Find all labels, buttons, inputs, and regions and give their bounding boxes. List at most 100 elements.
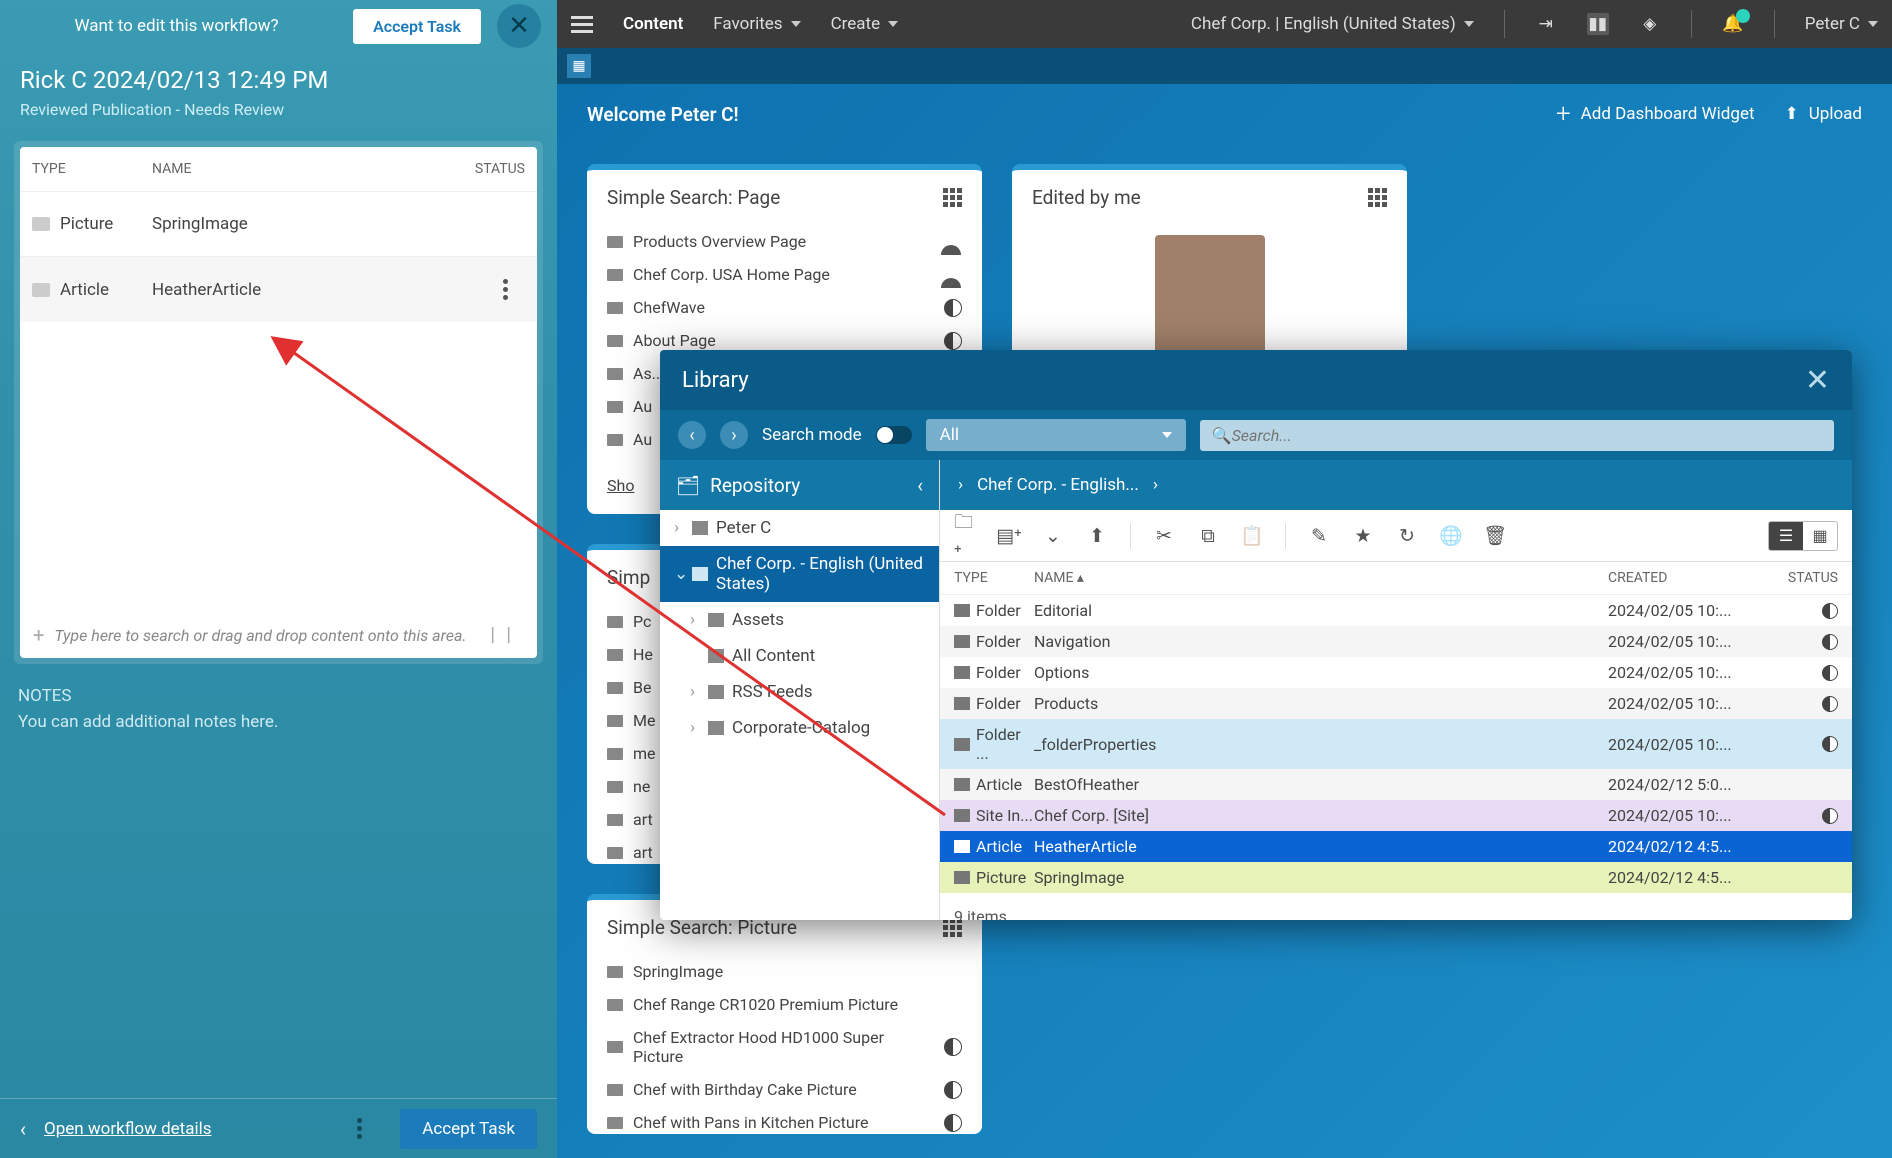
hamburger-menu-button[interactable] bbox=[571, 16, 593, 33]
close-library-button[interactable]: ✕ bbox=[1805, 363, 1830, 398]
workflow-row[interactable]: Article HeatherArticle bbox=[20, 256, 537, 322]
close-workflow-button[interactable]: ✕ bbox=[497, 4, 541, 48]
type-icon bbox=[954, 840, 970, 853]
col-name: NAME bbox=[152, 161, 425, 177]
grid-view-icon[interactable] bbox=[943, 918, 962, 937]
nav-create[interactable]: Create bbox=[831, 14, 899, 34]
list-item[interactable]: Chef with Birthday Cake Picture bbox=[607, 1073, 962, 1106]
chevron-down-icon bbox=[1162, 432, 1172, 438]
grid-header: TYPE NAME ▴ CREATED STATUS bbox=[940, 562, 1852, 595]
col-status: STATUS bbox=[425, 161, 525, 177]
list-item[interactable]: Chef with Pans in Kitchen Picture bbox=[607, 1106, 962, 1134]
grid-row[interactable]: Folder ..._folderProperties2024/02/05 10… bbox=[940, 719, 1852, 769]
chevron-left-icon[interactable]: ‹ bbox=[20, 1117, 26, 1141]
upload-button[interactable]: ⬆Upload bbox=[1785, 104, 1862, 124]
chevron-down-icon bbox=[1464, 21, 1474, 27]
dashboard-tab-icon[interactable]: ▦ bbox=[567, 54, 591, 78]
list-item[interactable]: ChefWave bbox=[607, 291, 962, 324]
accept-task-bottom-button[interactable]: Accept Task bbox=[400, 1109, 537, 1149]
list-view-button[interactable]: ☰ bbox=[1769, 522, 1803, 550]
nav-favorites[interactable]: Favorites bbox=[713, 14, 800, 34]
workflow-row[interactable]: Picture SpringImage bbox=[20, 191, 537, 256]
tree-node-site[interactable]: ⌄Chef Corp. - English (United States) bbox=[660, 546, 939, 602]
nav-forward-button[interactable]: › bbox=[720, 421, 748, 449]
collapse-tree-button[interactable]: ‹ bbox=[917, 474, 923, 497]
site-selector[interactable]: Chef Corp. | English (United States) bbox=[1191, 14, 1474, 34]
tree-node-catalog[interactable]: ›Corporate-Catalog bbox=[660, 710, 939, 746]
tune-icon: ⎸⎸ bbox=[492, 625, 524, 645]
tree-node-all-content[interactable]: All Content bbox=[660, 638, 939, 674]
grid-view-icon[interactable] bbox=[943, 188, 962, 207]
search-mode-toggle[interactable] bbox=[876, 426, 912, 444]
library-tree-panel: 🗂 Repository ‹ ›Peter C ⌄Chef Corp. - En… bbox=[660, 460, 940, 920]
tree-node-assets[interactable]: ›Assets bbox=[660, 602, 939, 638]
globe-icon bbox=[944, 1081, 962, 1099]
grid-row[interactable]: PictureSpringImage2024/02/12 4:5... bbox=[940, 862, 1852, 893]
grid-row[interactable]: FolderEditorial2024/02/05 10:... bbox=[940, 595, 1852, 626]
page-icon bbox=[607, 269, 623, 281]
grid-view-icon[interactable] bbox=[1368, 188, 1387, 207]
workflow-footer: ‹ Open workflow details Accept Task bbox=[0, 1098, 557, 1158]
accept-task-top-button[interactable]: Accept Task bbox=[353, 9, 481, 44]
list-item[interactable]: Chef Corp. USA Home Page bbox=[607, 258, 962, 291]
analytics-icon[interactable]: ▮▮ bbox=[1587, 13, 1609, 35]
list-item[interactable]: Chef Range CR1020 Premium Picture bbox=[607, 988, 962, 1021]
library-search-field[interactable]: 🔍 bbox=[1200, 420, 1834, 451]
widget-title: Simp bbox=[607, 566, 650, 589]
notes-title: NOTES bbox=[18, 686, 539, 706]
breadcrumb-item[interactable]: Chef Corp. - English... bbox=[977, 475, 1139, 495]
sub-navbar: ▦ bbox=[557, 48, 1892, 84]
notifications-icon[interactable]: 🔔 bbox=[1722, 13, 1744, 35]
grid-row[interactable]: ArticleHeatherArticle2024/02/12 4:5... bbox=[940, 831, 1852, 862]
edit-button[interactable]: ✎ bbox=[1308, 525, 1330, 547]
delete-button[interactable]: 🗑 bbox=[1484, 525, 1506, 547]
add-widget-button[interactable]: +Add Dashboard Widget bbox=[1556, 99, 1755, 129]
list-item[interactable]: Products Overview Page bbox=[607, 225, 962, 258]
grid-row[interactable]: ArticleBestOfHeather2024/02/12 5:0... bbox=[940, 769, 1852, 800]
page-icon bbox=[607, 434, 623, 446]
show-more-link[interactable]: Sho bbox=[587, 466, 654, 505]
bookmark-button[interactable]: ★ bbox=[1352, 525, 1374, 547]
workflow-menu-button[interactable] bbox=[357, 1118, 362, 1139]
grid-row[interactable]: FolderProducts2024/02/05 10:... bbox=[940, 688, 1852, 719]
library-search-input[interactable] bbox=[1232, 426, 1822, 445]
copy-button[interactable]: ⧉ bbox=[1197, 525, 1219, 547]
workflow-search-drop[interactable]: + Type here to search or drag and drop c… bbox=[20, 612, 537, 658]
type-icon bbox=[954, 778, 970, 791]
grid-row[interactable]: FolderOptions2024/02/05 10:... bbox=[940, 657, 1852, 688]
picture-icon bbox=[607, 999, 623, 1011]
chevron-down-icon bbox=[1868, 21, 1878, 27]
chevron-right-icon[interactable]: › bbox=[958, 475, 963, 495]
nav-back-button[interactable]: ‹ bbox=[678, 421, 706, 449]
new-folder-button[interactable]: 🗀⁺ bbox=[954, 525, 976, 547]
notes-placeholder[interactable]: You can add additional notes here. bbox=[18, 712, 539, 732]
nav-content[interactable]: Content bbox=[623, 14, 683, 34]
open-workflow-details-link[interactable]: Open workflow details bbox=[44, 1119, 212, 1139]
dropdown-button[interactable]: ⌄ bbox=[1042, 525, 1064, 547]
chevron-right-icon[interactable]: › bbox=[1153, 475, 1158, 495]
upload-button[interactable]: ⬆ bbox=[1086, 525, 1108, 547]
tree-node-rss[interactable]: ›RSS Feeds bbox=[660, 674, 939, 710]
library-search-bar: ‹ › Search mode All 🔍 bbox=[660, 410, 1852, 460]
list-item[interactable]: Chef Extractor Hood HD1000 Super Picture bbox=[607, 1021, 962, 1073]
tree-node-home[interactable]: ›Peter C bbox=[660, 510, 939, 546]
refresh-button[interactable]: ↻ bbox=[1396, 525, 1418, 547]
type-filter-dropdown[interactable]: All bbox=[926, 419, 1186, 451]
link-icon[interactable]: ⇥ bbox=[1535, 13, 1557, 35]
page-icon bbox=[607, 302, 623, 314]
list-item[interactable]: SpringImage bbox=[607, 955, 962, 988]
home-icon bbox=[692, 521, 708, 535]
cut-button[interactable]: ✂ bbox=[1153, 525, 1175, 547]
locate-icon[interactable]: ◈ bbox=[1639, 13, 1661, 35]
grid-row[interactable]: Site In...Chef Corp. [Site]2024/02/05 10… bbox=[940, 800, 1852, 831]
library-dialog: Library ✕ ‹ › Search mode All 🔍 🗂 Reposi… bbox=[660, 350, 1852, 920]
folder-icon bbox=[708, 613, 724, 627]
library-toolbar: 🗀⁺ ▤⁺ ⌄ ⬆ ✂ ⧉ 📋 ✎ ★ ↻ 🌐 🗑 ☰ ▦ bbox=[940, 510, 1852, 562]
person-icon bbox=[944, 233, 962, 251]
grid-view-button[interactable]: ▦ bbox=[1803, 522, 1837, 550]
workflow-edit-prompt: Want to edit this workflow? bbox=[16, 16, 337, 36]
row-menu-button[interactable] bbox=[485, 279, 525, 300]
new-content-button[interactable]: ▤⁺ bbox=[998, 525, 1020, 547]
grid-row[interactable]: FolderNavigation2024/02/05 10:... bbox=[940, 626, 1852, 657]
user-menu[interactable]: Peter C bbox=[1805, 14, 1878, 34]
